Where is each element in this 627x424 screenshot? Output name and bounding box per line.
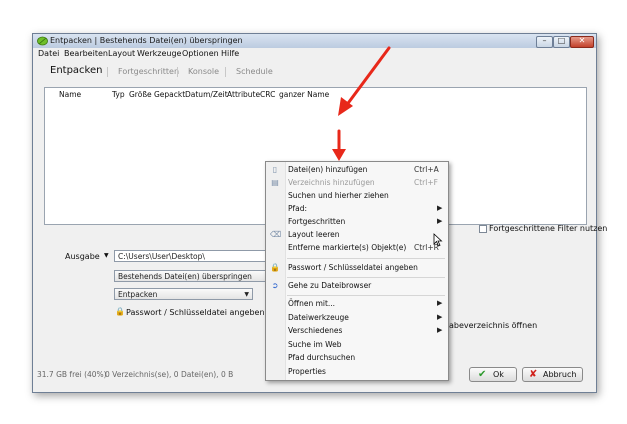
open-folder-label[interactable]: abeverzeichnis öffnen bbox=[449, 321, 537, 330]
title-bar[interactable]: Entpacken | Bestehends Datei(en) überspr… bbox=[33, 34, 596, 48]
context-item-label: Properties bbox=[288, 367, 326, 376]
overwrite-mode-select[interactable]: Bestehends Datei(en) überspringen bbox=[114, 270, 270, 282]
advanced-filter-checkbox[interactable] bbox=[479, 225, 487, 233]
column-header-groesse[interactable]: Größe bbox=[129, 90, 152, 99]
context-item-open-with[interactable]: Öffnen mit... ▶ bbox=[266, 298, 448, 310]
context-item-label: Datei(en) hinzufügen bbox=[288, 165, 368, 174]
action-value: Entpacken bbox=[118, 290, 158, 299]
submenu-arrow-icon: ▶ bbox=[437, 204, 443, 212]
context-item-properties[interactable]: Properties bbox=[266, 366, 448, 378]
context-menu: ▯ Datei(en) hinzufügen Ctrl+A ▤ Verzeich… bbox=[265, 161, 449, 381]
context-item-label: Verschiedenes bbox=[288, 326, 343, 335]
action-select[interactable]: Entpacken ▼ bbox=[114, 288, 253, 300]
tab-konsole[interactable]: Konsole bbox=[188, 67, 219, 76]
context-item-label: Pfad: bbox=[288, 204, 308, 213]
context-item-file-tools[interactable]: Dateiwerkzeuge ▶ bbox=[266, 312, 448, 324]
chevron-down-icon: ▼ bbox=[244, 291, 249, 298]
column-header-datum[interactable]: Datum/Zeit bbox=[185, 90, 228, 99]
context-item-label: Layout leeren bbox=[288, 230, 340, 239]
mouse-cursor-icon bbox=[433, 233, 443, 247]
context-item-label: Pfad durchsuchen bbox=[288, 353, 356, 362]
context-item-label: Passwort / Schlüsseldatei angeben bbox=[288, 263, 418, 272]
output-path-field[interactable]: C:\Users\User\Desktop\ bbox=[114, 250, 270, 262]
menu-optionen[interactable]: Optionen bbox=[182, 49, 219, 58]
context-item-label: Verzeichnis hinzufügen bbox=[288, 178, 375, 187]
context-item-label: Suche im Web bbox=[288, 340, 342, 349]
context-item-label: Öffnen mit... bbox=[288, 299, 336, 308]
cancel-button-label: Abbruch bbox=[543, 370, 577, 379]
app-leaf-icon bbox=[37, 36, 48, 46]
context-item-shortcut: Ctrl+F bbox=[414, 178, 438, 187]
context-item-label: Gehe zu Dateibrowser bbox=[288, 281, 372, 290]
menu-bar: Datei Bearbeiten Layout Werkzeuge Option… bbox=[33, 48, 596, 59]
tab-divider bbox=[225, 67, 226, 77]
column-header-typ[interactable]: Typ bbox=[112, 90, 125, 99]
count-status: 0 Verzeichnis(se), 0 Datei(en), 0 B bbox=[105, 370, 234, 379]
output-label: Ausgabe bbox=[65, 252, 100, 261]
tab-schedule[interactable]: Schedule bbox=[236, 67, 273, 76]
cancel-x-icon: ✘ bbox=[529, 369, 538, 380]
context-menu-separator bbox=[287, 258, 445, 259]
context-item-label: Suchen und hierher ziehen bbox=[288, 191, 389, 200]
lock-icon: 🔒 bbox=[270, 263, 280, 272]
column-header-crc[interactable]: CRC bbox=[260, 90, 275, 99]
checkmark-icon: ✔ bbox=[478, 369, 487, 380]
column-header-name[interactable]: Name bbox=[59, 90, 81, 99]
close-button[interactable]: ✕ bbox=[570, 36, 594, 48]
minimize-icon: – bbox=[542, 36, 547, 45]
file-add-icon: ▯ bbox=[272, 165, 278, 174]
context-item-label: Fortgeschritten bbox=[288, 217, 346, 226]
submenu-arrow-icon: ▶ bbox=[437, 326, 443, 334]
column-header-attribute[interactable]: Attribute bbox=[227, 90, 260, 99]
context-item-advanced[interactable]: Fortgeschritten ▶ bbox=[266, 216, 448, 228]
menu-datei[interactable]: Datei bbox=[38, 49, 59, 58]
cancel-button[interactable]: ✘ Abbruch bbox=[522, 367, 583, 382]
context-item-shortcut: Ctrl+A bbox=[414, 165, 439, 174]
password-link[interactable]: Passwort / Schlüsseldatei angeben bbox=[126, 308, 265, 317]
minimize-button[interactable]: – bbox=[536, 36, 553, 48]
maximize-icon: □ bbox=[557, 36, 566, 45]
ok-button-label: Ok bbox=[493, 370, 504, 379]
context-item-go-to-browser[interactable]: ➲ Gehe zu Dateibrowser bbox=[266, 280, 448, 292]
menu-hilfe[interactable]: Hilfe bbox=[221, 49, 239, 58]
tab-divider bbox=[177, 67, 178, 77]
lock-icon: 🔒 bbox=[115, 307, 125, 316]
close-icon: ✕ bbox=[578, 36, 586, 45]
free-space-status: 31.7 GB frei (40%) bbox=[37, 370, 107, 379]
menu-layout[interactable]: Layout bbox=[108, 49, 135, 58]
column-header-gepackt[interactable]: Gepackt bbox=[154, 90, 185, 99]
menu-werkzeuge[interactable]: Werkzeuge bbox=[137, 49, 181, 58]
context-item-label: Dateiwerkzeuge bbox=[288, 313, 349, 322]
context-item-add-files[interactable]: ▯ Datei(en) hinzufügen Ctrl+A bbox=[266, 164, 448, 176]
context-item-search-drag[interactable]: Suchen und hierher ziehen bbox=[266, 190, 448, 202]
submenu-arrow-icon: ▶ bbox=[437, 313, 443, 321]
context-item-remove-selected[interactable]: Entferne markierte(s) Objekt(e) Ctrl+R bbox=[266, 242, 448, 254]
context-item-web-search[interactable]: Suche im Web bbox=[266, 339, 448, 351]
context-item-browse-path[interactable]: Pfad durchsuchen bbox=[266, 352, 448, 364]
go-arrow-icon: ➲ bbox=[271, 281, 279, 290]
context-item-clear-layout[interactable]: ⌫ Layout leeren bbox=[266, 229, 448, 241]
folder-add-icon: ▤ bbox=[271, 178, 279, 187]
output-dropdown-arrow-icon[interactable]: ▼ bbox=[104, 252, 109, 259]
context-item-add-folder[interactable]: ▤ Verzeichnis hinzufügen Ctrl+F bbox=[266, 177, 448, 189]
submenu-arrow-icon: ▶ bbox=[437, 299, 443, 307]
maximize-button[interactable]: □ bbox=[553, 36, 570, 48]
submenu-arrow-icon: ▶ bbox=[437, 217, 443, 225]
context-item-label: Entferne markierte(s) Objekt(e) bbox=[288, 243, 407, 252]
advanced-filter-label: Fortgeschrittene Filter nutzen bbox=[489, 224, 608, 233]
menu-bearbeiten[interactable]: Bearbeiten bbox=[64, 49, 108, 58]
tab-entpacken[interactable]: Entpacken bbox=[50, 65, 102, 76]
eraser-icon: ⌫ bbox=[270, 230, 282, 239]
overwrite-mode-value: Bestehends Datei(en) überspringen bbox=[118, 272, 252, 281]
context-menu-separator bbox=[287, 277, 445, 278]
tab-fortgeschritten[interactable]: Fortgeschritten bbox=[118, 67, 179, 76]
context-item-path[interactable]: Pfad: ▶ bbox=[266, 203, 448, 215]
tab-divider bbox=[107, 67, 108, 77]
context-item-misc[interactable]: Verschiedenes ▶ bbox=[266, 325, 448, 337]
context-item-password[interactable]: 🔒 Passwort / Schlüsseldatei angeben bbox=[266, 262, 448, 274]
ok-button[interactable]: ✔ Ok bbox=[469, 367, 517, 382]
window-title: Entpacken | Bestehends Datei(en) überspr… bbox=[50, 36, 243, 45]
column-header-ganzer-name[interactable]: ganzer Name bbox=[279, 90, 329, 99]
context-menu-separator bbox=[287, 295, 445, 296]
